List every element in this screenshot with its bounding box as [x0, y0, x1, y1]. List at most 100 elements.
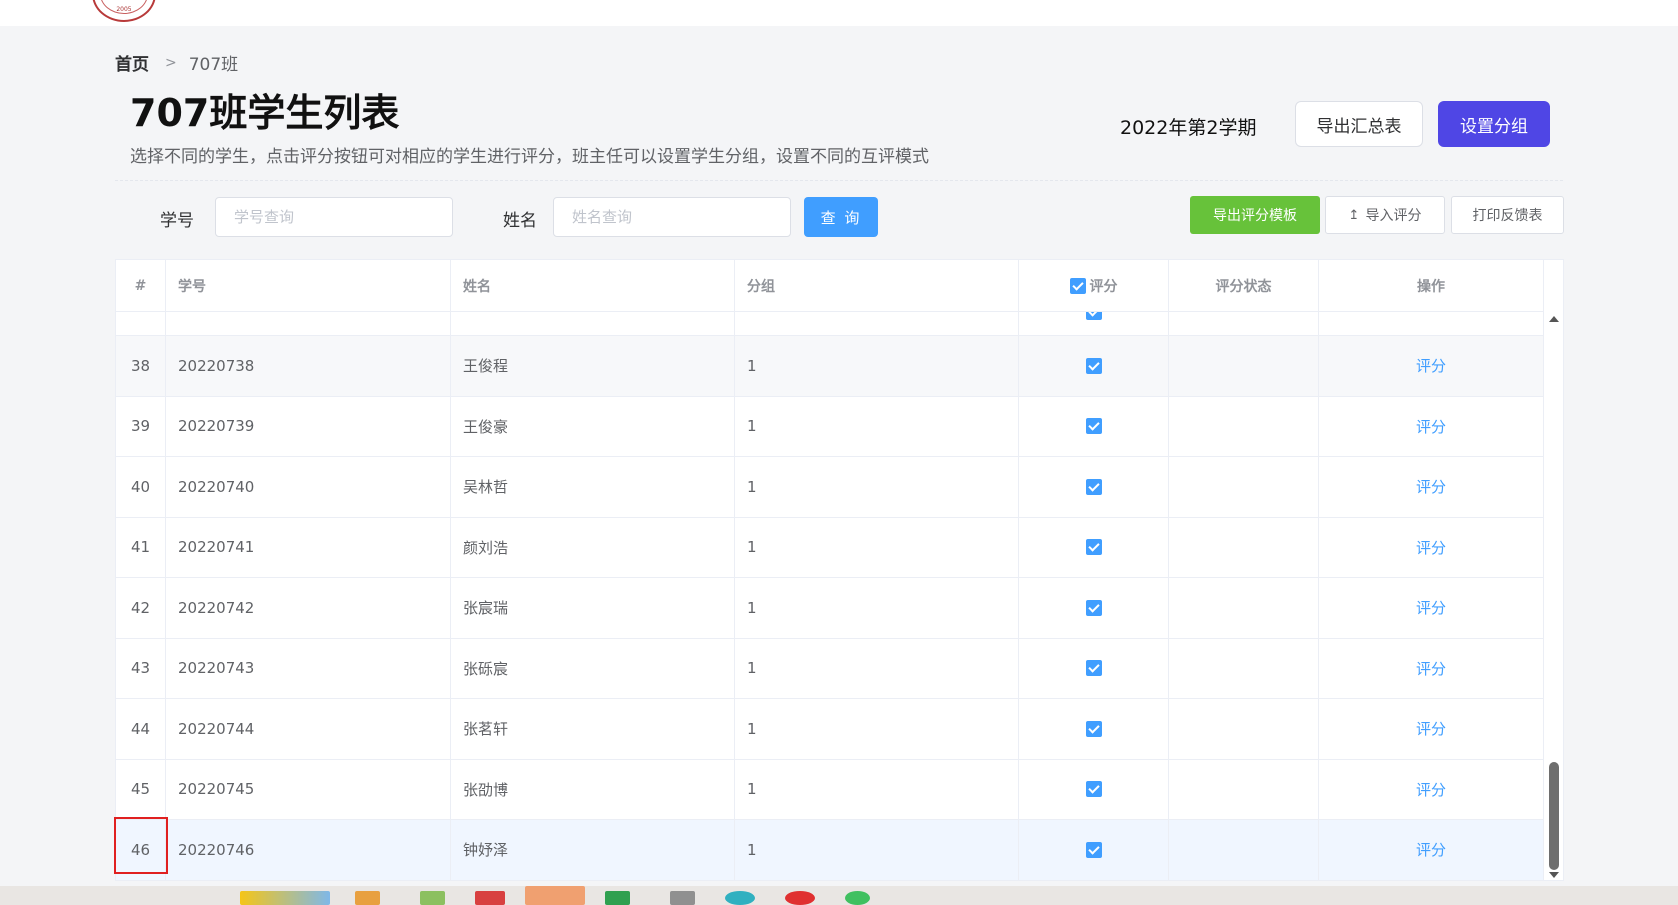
row-index: 44	[116, 699, 166, 759]
row-score-cell	[1019, 638, 1169, 698]
score-link[interactable]: 评分	[1416, 416, 1446, 437]
row-group: 1	[735, 517, 1019, 577]
scroll-down-arrow-icon[interactable]	[1549, 872, 1559, 878]
score-link[interactable]: 评分	[1416, 658, 1446, 679]
breadcrumb-home[interactable]: 首页	[115, 50, 149, 75]
row-score-status	[1169, 396, 1319, 456]
row-score-checkbox[interactable]	[1085, 781, 1102, 798]
row-score-status	[1169, 638, 1319, 698]
row-score-checkbox[interactable]	[1085, 599, 1102, 616]
row-score-checkbox[interactable]	[1085, 312, 1102, 320]
set-group-button[interactable]: 设置分组	[1438, 101, 1550, 147]
student-id-input[interactable]	[215, 197, 453, 237]
page-title: 707班学生列表	[130, 91, 400, 135]
import-score-button[interactable]: ↥ 导入评分	[1325, 196, 1445, 234]
table-scrollbar[interactable]	[1544, 312, 1563, 880]
score-link[interactable]: 评分	[1416, 355, 1446, 376]
taskbar-app-icon[interactable]	[725, 891, 755, 905]
breadcrumb-current: 707班	[188, 55, 239, 75]
row-group: 1	[735, 457, 1019, 517]
taskbar-app-icon[interactable]	[420, 891, 445, 905]
score-link[interactable]: 评分	[1416, 839, 1446, 860]
table-row: 41 20220741 颜刘浩 1 评分	[116, 517, 1544, 578]
column-header-actions: 操作	[1319, 260, 1544, 312]
taskbar-folder-icon[interactable]	[355, 891, 380, 905]
scroll-up-arrow-icon[interactable]	[1549, 316, 1559, 322]
row-score-checkbox[interactable]	[1085, 539, 1102, 556]
row-group: 1	[735, 578, 1019, 638]
taskbar-app-icon[interactable]	[605, 891, 630, 905]
score-link[interactable]: 评分	[1416, 597, 1446, 618]
table-row: 40 20220740 吴林哲 1 评分	[116, 457, 1544, 518]
table-row: 43 20220743 张砾宸 1 评分	[116, 638, 1544, 699]
score-link[interactable]: 评分	[1416, 537, 1446, 558]
row-group: 1	[735, 759, 1019, 819]
column-header-score: 评分	[1019, 260, 1169, 312]
row-student-id: 20220741	[166, 517, 451, 577]
row-index: 45	[116, 759, 166, 819]
row-actions: 评分	[1319, 578, 1544, 638]
print-feedback-button[interactable]: 打印反馈表	[1451, 196, 1564, 234]
highlight-annotation-box	[114, 817, 168, 874]
row-group: 1	[735, 820, 1019, 880]
row-score-status	[1169, 820, 1319, 880]
semester-label: 2022年第2学期	[1120, 117, 1257, 139]
row-index: 41	[116, 517, 166, 577]
row-score-checkbox[interactable]	[1085, 357, 1102, 374]
table-body: 38 20220738 王俊程 1 评分 39 20220739 王俊豪 1 评分 40 202207…	[116, 312, 1544, 880]
row-name: 颜刘浩	[451, 517, 735, 577]
query-button[interactable]: 查 询	[804, 197, 878, 237]
taskbar-app-icon[interactable]	[785, 891, 815, 905]
row-group: 1	[735, 638, 1019, 698]
taskbar-app-icon[interactable]	[240, 891, 330, 905]
row-score-status	[1169, 699, 1319, 759]
score-link[interactable]: 评分	[1416, 718, 1446, 739]
logo-year: 2005	[116, 6, 132, 13]
table-header: # 学号 姓名 分组 评分 评分状态 操作	[116, 260, 1544, 312]
export-template-button[interactable]: 导出评分模板	[1190, 196, 1320, 234]
scroll-thumb[interactable]	[1549, 762, 1559, 870]
row-score-checkbox[interactable]	[1085, 660, 1102, 677]
chevron-right-icon: >	[165, 54, 177, 71]
export-summary-button[interactable]: 导出汇总表	[1295, 101, 1423, 147]
table-row: 42 20220742 张宸瑞 1 评分	[116, 578, 1544, 639]
score-link[interactable]: 评分	[1416, 476, 1446, 497]
row-name: 张茗轩	[451, 699, 735, 759]
taskbar-app-icon[interactable]	[670, 891, 695, 905]
breadcrumb: 首页 > 707班	[115, 50, 239, 76]
row-score-cell	[1019, 578, 1169, 638]
row-score-checkbox[interactable]	[1085, 841, 1102, 858]
row-name: 张宸瑞	[451, 578, 735, 638]
row-score-checkbox[interactable]	[1085, 720, 1102, 737]
row-score-cell	[1019, 457, 1169, 517]
row-student-id: 20220738	[166, 336, 451, 396]
upload-icon: ↥	[1348, 207, 1360, 223]
taskbar-app-icon[interactable]	[845, 891, 870, 905]
import-score-label: 导入评分	[1365, 208, 1422, 224]
select-all-checkbox[interactable]	[1069, 278, 1086, 294]
divider	[115, 180, 1563, 181]
score-link[interactable]: 评分	[1416, 779, 1446, 800]
name-input[interactable]	[553, 197, 791, 237]
taskbar-app-icon[interactable]	[475, 891, 505, 905]
table-row: 39 20220739 王俊豪 1 评分	[116, 396, 1544, 457]
row-actions: 评分	[1319, 396, 1544, 456]
row-score-checkbox[interactable]	[1085, 478, 1102, 495]
row-student-id: 20220742	[166, 578, 451, 638]
row-actions: 评分	[1319, 638, 1544, 698]
row-group: 1	[735, 699, 1019, 759]
taskbar-active-app-icon[interactable]	[525, 886, 585, 905]
row-name: 张劭博	[451, 759, 735, 819]
row-score-cell	[1019, 699, 1169, 759]
row-index: 42	[116, 578, 166, 638]
row-actions: 评分	[1319, 457, 1544, 517]
column-header-group: 分组	[735, 260, 1019, 312]
column-header-score-status: 评分状态	[1169, 260, 1319, 312]
row-score-checkbox[interactable]	[1085, 418, 1102, 435]
row-group: 1	[735, 396, 1019, 456]
os-taskbar	[0, 886, 1678, 905]
student-table: # 学号 姓名 分组 评分 评分状态 操作 38 20220738 王俊程 1 评分 39…	[115, 259, 1564, 881]
row-actions: 评分	[1319, 759, 1544, 819]
column-header-student-id: 学号	[166, 260, 451, 312]
row-student-id: 20220746	[166, 820, 451, 880]
